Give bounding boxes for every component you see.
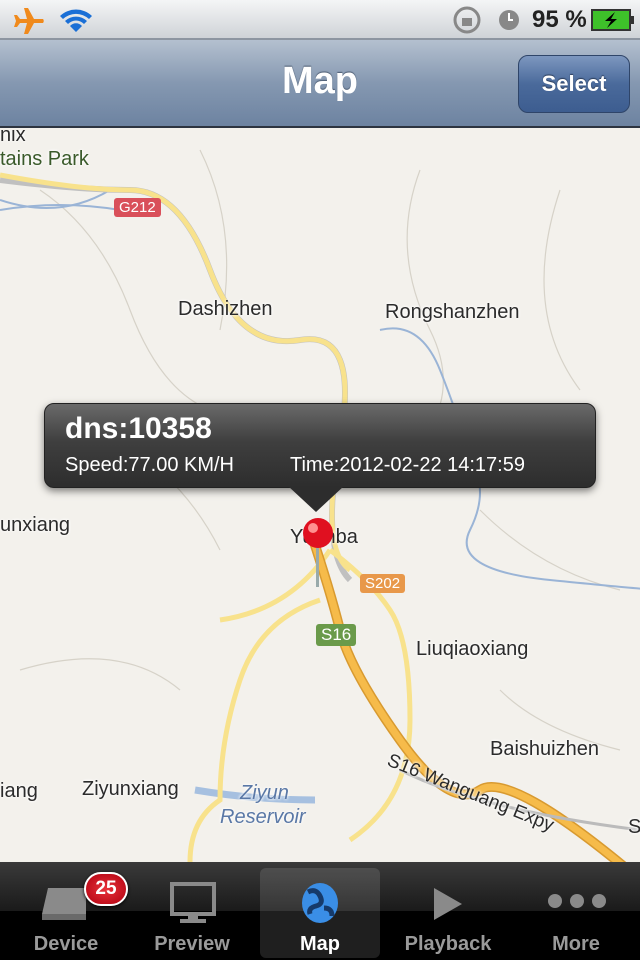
tab-bar: 25 Device Preview Map Playback More: [0, 862, 640, 960]
callout-time: Time:2012-02-22 14:17:59: [290, 454, 525, 476]
tab-label: Map: [300, 933, 340, 955]
callout-title: dns:10358: [65, 412, 212, 445]
map-label: Ziyunxiang: [82, 778, 179, 800]
map-label: Liuqiaoxiang: [416, 638, 529, 660]
map-label: iang: [0, 780, 38, 802]
map-label: nix: [0, 130, 26, 146]
monitor-icon: [170, 882, 216, 923]
battery-charging-icon: [591, 9, 634, 31]
rotation-lock-icon: [453, 6, 481, 34]
s202-shield: S202: [360, 574, 406, 593]
location-pin-icon[interactable]: [300, 515, 340, 591]
tab-device[interactable]: 25 Device: [6, 868, 128, 958]
map-label: Rongshanzhen: [385, 301, 520, 323]
status-bar: 95 %: [0, 0, 640, 40]
navigation-bar: Map Select: [0, 40, 640, 128]
map-label: Reservoir: [220, 806, 306, 828]
callout-pointer: [288, 486, 344, 512]
callout-speed: Speed:77.00 KM/H: [65, 454, 234, 476]
g212-shield: G212: [114, 198, 161, 217]
globe-icon: [302, 883, 338, 923]
map-label: Ziyun: [240, 782, 289, 804]
tab-label: More: [552, 933, 600, 955]
device-badge: 25: [84, 872, 128, 906]
map-label: S: [628, 816, 640, 838]
airplane-icon: [14, 8, 44, 34]
select-button[interactable]: Select: [518, 55, 630, 113]
alarm-icon: [499, 10, 519, 30]
location-callout[interactable]: dns:10358 Speed:77.00 KM/H Time:2012-02-…: [44, 403, 596, 488]
play-icon: [434, 888, 462, 920]
map-label: Dashizhen: [178, 298, 273, 320]
battery-percent: 95 %: [532, 6, 587, 33]
tab-playback[interactable]: Playback: [388, 868, 508, 958]
map-label: Baishuizhen: [490, 738, 599, 760]
tab-more[interactable]: More: [516, 868, 636, 958]
tab-map[interactable]: Map: [260, 868, 380, 958]
tab-preview[interactable]: Preview: [132, 868, 252, 958]
map-label: tains Park: [0, 148, 89, 170]
wifi-icon: [60, 9, 92, 33]
tab-label: Device: [33, 933, 99, 955]
more-icon: [548, 894, 606, 908]
s16-shield: S16: [316, 624, 357, 646]
tab-label: Playback: [404, 933, 492, 955]
tab-label: Preview: [154, 933, 230, 955]
map-label: unxiang: [0, 514, 71, 536]
